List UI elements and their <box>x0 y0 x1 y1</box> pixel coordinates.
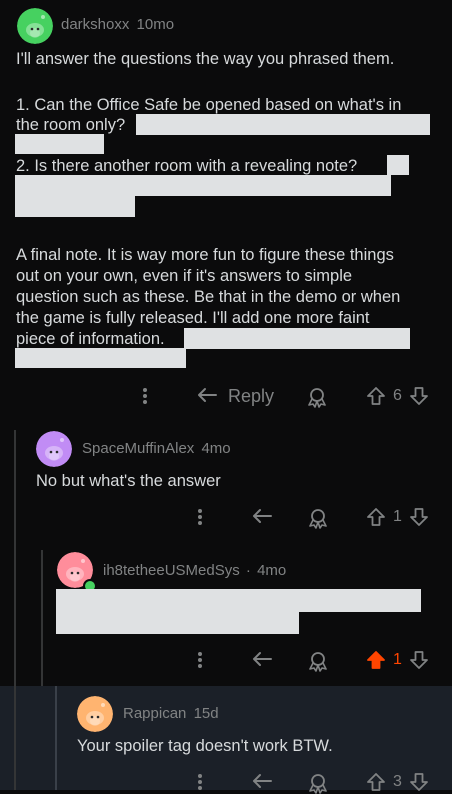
award-icon <box>309 652 327 672</box>
award-button[interactable] <box>306 386 328 408</box>
award-button[interactable] <box>307 772 329 794</box>
vote-controls: 1 <box>365 506 430 528</box>
more-vertical-icon <box>198 509 202 525</box>
downvote-icon[interactable] <box>408 385 430 407</box>
comment-text-line: 2. Is there another room with a revealin… <box>16 157 358 175</box>
vote-count: 6 <box>393 387 402 404</box>
comment-age: 15d <box>193 705 219 722</box>
username[interactable]: darkshoxx <box>61 16 129 33</box>
reply-arrow-icon <box>198 388 217 402</box>
comment-text-line: question such as these. Be that in the d… <box>16 288 401 306</box>
upvote-icon-active[interactable] <box>365 649 387 671</box>
comment-header: Rappican 15d <box>123 705 219 722</box>
comment-text-line: the game is fully released. I'll add one… <box>16 309 370 327</box>
user-avatar[interactable] <box>77 696 113 732</box>
vote-controls: 6 <box>365 385 430 407</box>
comment-age: 4mo <box>201 440 231 457</box>
spoiler-block[interactable] <box>184 328 410 349</box>
thread-line-level-1[interactable] <box>14 430 16 790</box>
comment-text-line: I'll answer the questions the way you ph… <box>16 50 395 68</box>
vote-count: 1 <box>393 508 402 525</box>
more-options-button[interactable] <box>194 507 206 527</box>
award-button[interactable] <box>307 507 329 529</box>
snoo-avatar-icon <box>77 696 113 732</box>
upvote-icon[interactable] <box>365 385 387 407</box>
comment-header: darkshoxx 10mo <box>61 16 174 33</box>
snoo-avatar-icon <box>36 431 72 467</box>
more-vertical-icon <box>198 652 202 668</box>
user-avatar[interactable] <box>36 431 72 467</box>
snoo-avatar-icon <box>17 8 53 44</box>
thread-line-level-2[interactable] <box>41 550 43 686</box>
comment-text-line: 1. Can the Office Safe be opened based o… <box>16 96 402 114</box>
downvote-icon[interactable] <box>408 506 430 528</box>
vote-count: 1 <box>393 651 402 668</box>
header-separator: · <box>245 562 251 579</box>
downvote-icon[interactable] <box>408 649 430 671</box>
reply-arrow-icon <box>253 652 272 666</box>
award-icon <box>309 774 327 794</box>
spoiler-block[interactable] <box>15 175 391 196</box>
comment-text: No but what's the answer <box>36 472 221 490</box>
more-options-button[interactable] <box>139 386 151 406</box>
spoiler-block[interactable] <box>15 195 135 217</box>
spoiler-block[interactable] <box>15 348 186 368</box>
more-options-button[interactable] <box>194 772 206 792</box>
comment-age: 4mo <box>257 562 287 579</box>
award-icon <box>309 509 327 529</box>
comment-text-line: piece of information. <box>16 330 165 348</box>
more-vertical-icon <box>198 774 202 790</box>
reply-button[interactable] <box>251 649 275 671</box>
reply-button[interactable] <box>251 506 275 528</box>
spoiler-block[interactable] <box>56 589 421 612</box>
comment-text-line: out on your own, even if it's answers to… <box>16 267 353 285</box>
comment-text-line: A final note. It is way more fun to figu… <box>16 246 394 264</box>
thread-line-level-3[interactable] <box>55 686 57 790</box>
username[interactable]: SpaceMuffinAlex <box>82 440 194 457</box>
username[interactable]: ih8tetheeUSMedSys <box>103 562 240 579</box>
vote-count: 3 <box>393 773 402 790</box>
spoiler-block[interactable] <box>15 134 104 154</box>
spoiler-block[interactable] <box>136 114 430 135</box>
upvote-icon[interactable] <box>365 506 387 528</box>
reply-label: Reply <box>228 385 275 406</box>
username[interactable]: Rappican <box>123 705 186 722</box>
comment-text-line: the room only? <box>16 116 126 134</box>
comment-header: SpaceMuffinAlex 4mo <box>82 440 231 457</box>
reply-button[interactable]: Reply <box>196 385 274 407</box>
spoiler-block[interactable] <box>56 611 299 634</box>
vote-controls: 1 <box>365 649 430 671</box>
more-options-button[interactable] <box>194 650 206 670</box>
comment-header: ih8tetheeUSMedSys · 4mo <box>103 562 286 579</box>
more-vertical-icon <box>143 388 147 404</box>
award-button[interactable] <box>307 650 329 672</box>
user-avatar[interactable] <box>17 8 53 44</box>
reply-arrow-icon <box>253 509 272 523</box>
spoiler-block[interactable] <box>387 155 409 175</box>
comment-text: Your spoiler tag doesn't work BTW. <box>77 737 333 755</box>
award-icon <box>308 388 326 408</box>
comment-age: 10mo <box>136 16 175 33</box>
